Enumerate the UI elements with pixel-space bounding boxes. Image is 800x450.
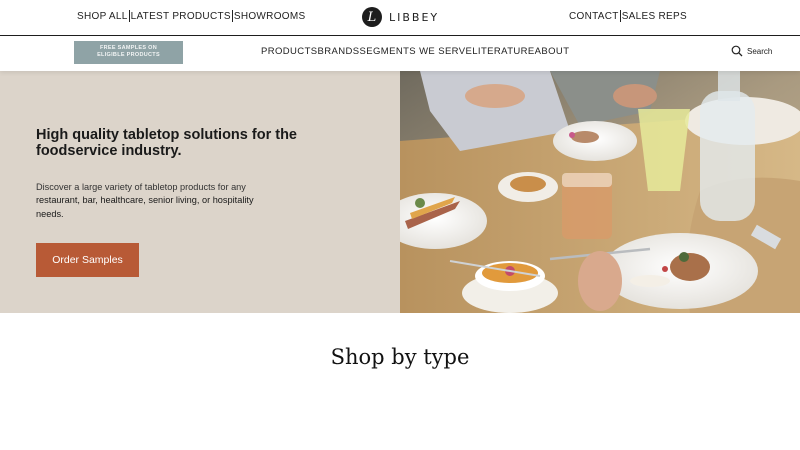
hero-desc-part-1: Discover a large variety of tabletop pro… xyxy=(36,182,246,192)
promo-line-2: ELIGIBLE PRODUCTS xyxy=(97,52,160,58)
nav-item-brands[interactable]: BRANDS xyxy=(318,46,360,57)
free-samples-promo-button[interactable]: FREE SAMPLES ON ELIGIBLE PRODUCTS xyxy=(74,41,183,64)
main-navigation: FREE SAMPLES ON ELIGIBLE PRODUCTS PRODUC… xyxy=(0,37,800,71)
contact-link[interactable]: CONTACT xyxy=(569,11,619,22)
hero-panel: High quality tabletop solutions for the … xyxy=(0,71,400,313)
nav-item-products[interactable]: PRODUCTS xyxy=(261,46,318,57)
order-samples-button[interactable]: Order Samples xyxy=(36,243,139,277)
latest-products-link[interactable]: LATEST PRODUCTS xyxy=(131,11,231,22)
hero-title: High quality tabletop solutions for the … xyxy=(36,127,297,159)
logo-wordmark: LIBBEY xyxy=(389,10,440,24)
search-label: Search xyxy=(747,46,773,56)
hero-desc-part-2: restaurant, bar, healthcare, senior livi… xyxy=(36,195,254,219)
nav-item-about[interactable]: ABOUT xyxy=(535,46,570,57)
sales-reps-link[interactable]: SALES REPS xyxy=(622,11,687,22)
nav-item-segments-we-serve[interactable]: SEGMENTS WE SERVE xyxy=(360,46,473,57)
hero-description: Discover a large variety of tabletop pro… xyxy=(36,181,276,221)
link-divider xyxy=(619,10,621,22)
shop-all-link[interactable]: SHOP ALL xyxy=(77,11,128,22)
libbey-logo[interactable]: L LIBBEY xyxy=(362,7,439,27)
primary-menu: PRODUCTS BRANDS SEGMENTS WE SERVE LITERA… xyxy=(261,46,569,57)
search-icon xyxy=(731,45,743,57)
showrooms-link[interactable]: SHOWROOMS xyxy=(234,11,306,22)
hero-dining-photo xyxy=(400,71,800,313)
dining-table-image xyxy=(400,71,800,313)
nav-item-literature[interactable]: LITERATURE xyxy=(472,46,534,57)
logo-mark-icon: L xyxy=(362,7,382,27)
link-divider xyxy=(231,10,233,22)
shop-by-type-heading: Shop by type xyxy=(330,345,470,369)
promo-line-1: FREE SAMPLES ON xyxy=(99,45,158,51)
utility-bar: SHOP ALL LATEST PRODUCTS SHOWROOMS L LIB… xyxy=(0,0,800,36)
link-divider xyxy=(128,10,130,22)
utility-links-left: SHOP ALL LATEST PRODUCTS SHOWROOMS xyxy=(77,10,305,22)
search-button[interactable]: Search xyxy=(731,45,772,57)
utility-links-right: CONTACT SALES REPS xyxy=(569,10,687,22)
